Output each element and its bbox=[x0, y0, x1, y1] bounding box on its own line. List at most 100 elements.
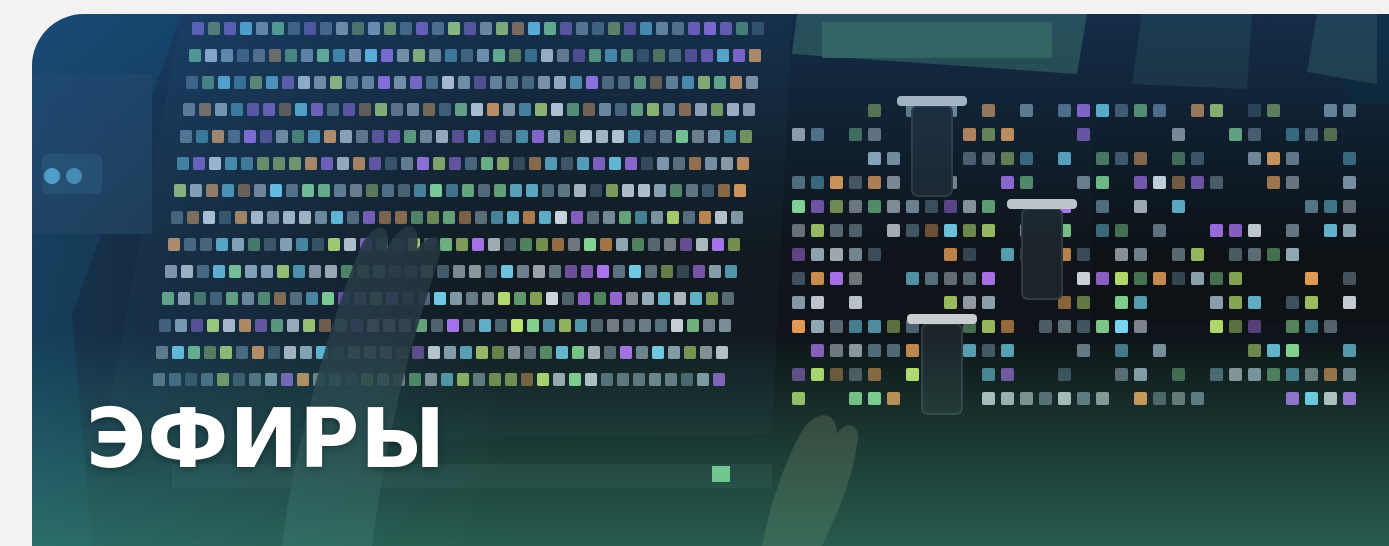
console-button bbox=[746, 76, 758, 89]
console-button bbox=[237, 49, 249, 62]
console-button bbox=[1229, 128, 1242, 141]
console-button bbox=[586, 76, 598, 89]
console-button bbox=[574, 184, 586, 197]
console-button bbox=[1343, 200, 1356, 213]
console-button bbox=[268, 346, 280, 359]
console-button bbox=[1001, 128, 1014, 141]
console-button bbox=[536, 238, 548, 251]
console-button bbox=[220, 346, 232, 359]
console-button bbox=[315, 211, 327, 224]
console-button bbox=[572, 346, 584, 359]
console-button bbox=[1324, 392, 1337, 405]
console-button bbox=[255, 319, 267, 332]
console-button bbox=[1286, 152, 1299, 165]
console-button bbox=[301, 49, 313, 62]
console-button bbox=[704, 22, 716, 35]
console-button bbox=[830, 320, 843, 333]
console-button bbox=[516, 130, 528, 143]
console-button bbox=[410, 76, 422, 89]
console-button bbox=[289, 157, 301, 170]
console-button bbox=[192, 22, 204, 35]
console-button bbox=[715, 211, 727, 224]
console-button bbox=[281, 373, 293, 386]
console-button bbox=[724, 130, 736, 143]
console-button bbox=[982, 200, 995, 213]
console-button bbox=[1077, 272, 1090, 285]
console-button bbox=[309, 265, 321, 278]
console-button bbox=[868, 104, 881, 117]
console-button bbox=[609, 157, 621, 170]
console-button bbox=[414, 184, 426, 197]
console-button bbox=[1210, 224, 1223, 237]
console-button bbox=[169, 373, 181, 386]
console-button bbox=[347, 211, 359, 224]
console-button bbox=[1229, 368, 1242, 381]
console-button bbox=[906, 368, 919, 381]
console-button bbox=[474, 76, 486, 89]
console-button bbox=[600, 238, 612, 251]
console-button bbox=[177, 157, 189, 170]
console-button bbox=[664, 238, 676, 251]
console-button bbox=[477, 49, 489, 62]
console-button bbox=[887, 176, 900, 189]
console-button bbox=[649, 373, 661, 386]
console-button bbox=[328, 238, 340, 251]
console-button bbox=[830, 368, 843, 381]
console-button bbox=[489, 373, 501, 386]
console-button bbox=[1096, 104, 1109, 117]
console-button bbox=[439, 103, 451, 116]
console-button bbox=[811, 368, 824, 381]
console-button bbox=[1115, 368, 1128, 381]
console-button bbox=[304, 22, 316, 35]
console-button bbox=[1039, 320, 1052, 333]
console-button bbox=[982, 392, 995, 405]
console-button bbox=[541, 49, 553, 62]
console-button bbox=[320, 22, 332, 35]
console-button bbox=[792, 392, 805, 405]
console-button bbox=[619, 211, 631, 224]
console-button bbox=[1001, 152, 1014, 165]
console-button bbox=[241, 157, 253, 170]
console-button bbox=[1286, 320, 1299, 333]
console-button bbox=[1305, 128, 1318, 141]
console-button bbox=[982, 344, 995, 357]
console-button bbox=[1343, 104, 1356, 117]
console-button bbox=[535, 103, 547, 116]
console-button bbox=[210, 292, 222, 305]
console-button bbox=[963, 296, 976, 309]
console-button bbox=[1305, 320, 1318, 333]
console-button bbox=[1020, 392, 1033, 405]
console-button bbox=[526, 184, 538, 197]
console-button bbox=[671, 319, 683, 332]
console-button bbox=[283, 211, 295, 224]
console-button bbox=[197, 265, 209, 278]
console-button bbox=[963, 200, 976, 213]
console-button bbox=[632, 238, 644, 251]
console-button bbox=[1210, 104, 1223, 117]
console-button bbox=[1191, 176, 1204, 189]
console-button bbox=[713, 373, 725, 386]
console-button bbox=[478, 184, 490, 197]
console-button bbox=[906, 224, 919, 237]
console-button bbox=[432, 22, 444, 35]
console-button bbox=[1343, 296, 1356, 309]
console-button bbox=[573, 49, 585, 62]
console-button bbox=[733, 49, 745, 62]
console-button bbox=[273, 157, 285, 170]
console-button bbox=[434, 292, 446, 305]
console-button bbox=[224, 22, 236, 35]
console-button bbox=[207, 319, 219, 332]
console-button bbox=[228, 130, 240, 143]
console-button bbox=[363, 211, 375, 224]
console-button bbox=[1286, 368, 1299, 381]
console-button bbox=[1077, 104, 1090, 117]
console-button bbox=[811, 128, 824, 141]
console-button bbox=[1172, 128, 1185, 141]
console-button bbox=[1134, 272, 1147, 285]
console-button bbox=[1248, 128, 1261, 141]
console-button bbox=[830, 224, 843, 237]
console-button bbox=[201, 373, 213, 386]
console-button bbox=[906, 344, 919, 357]
console-button bbox=[665, 373, 677, 386]
console-button bbox=[887, 224, 900, 237]
